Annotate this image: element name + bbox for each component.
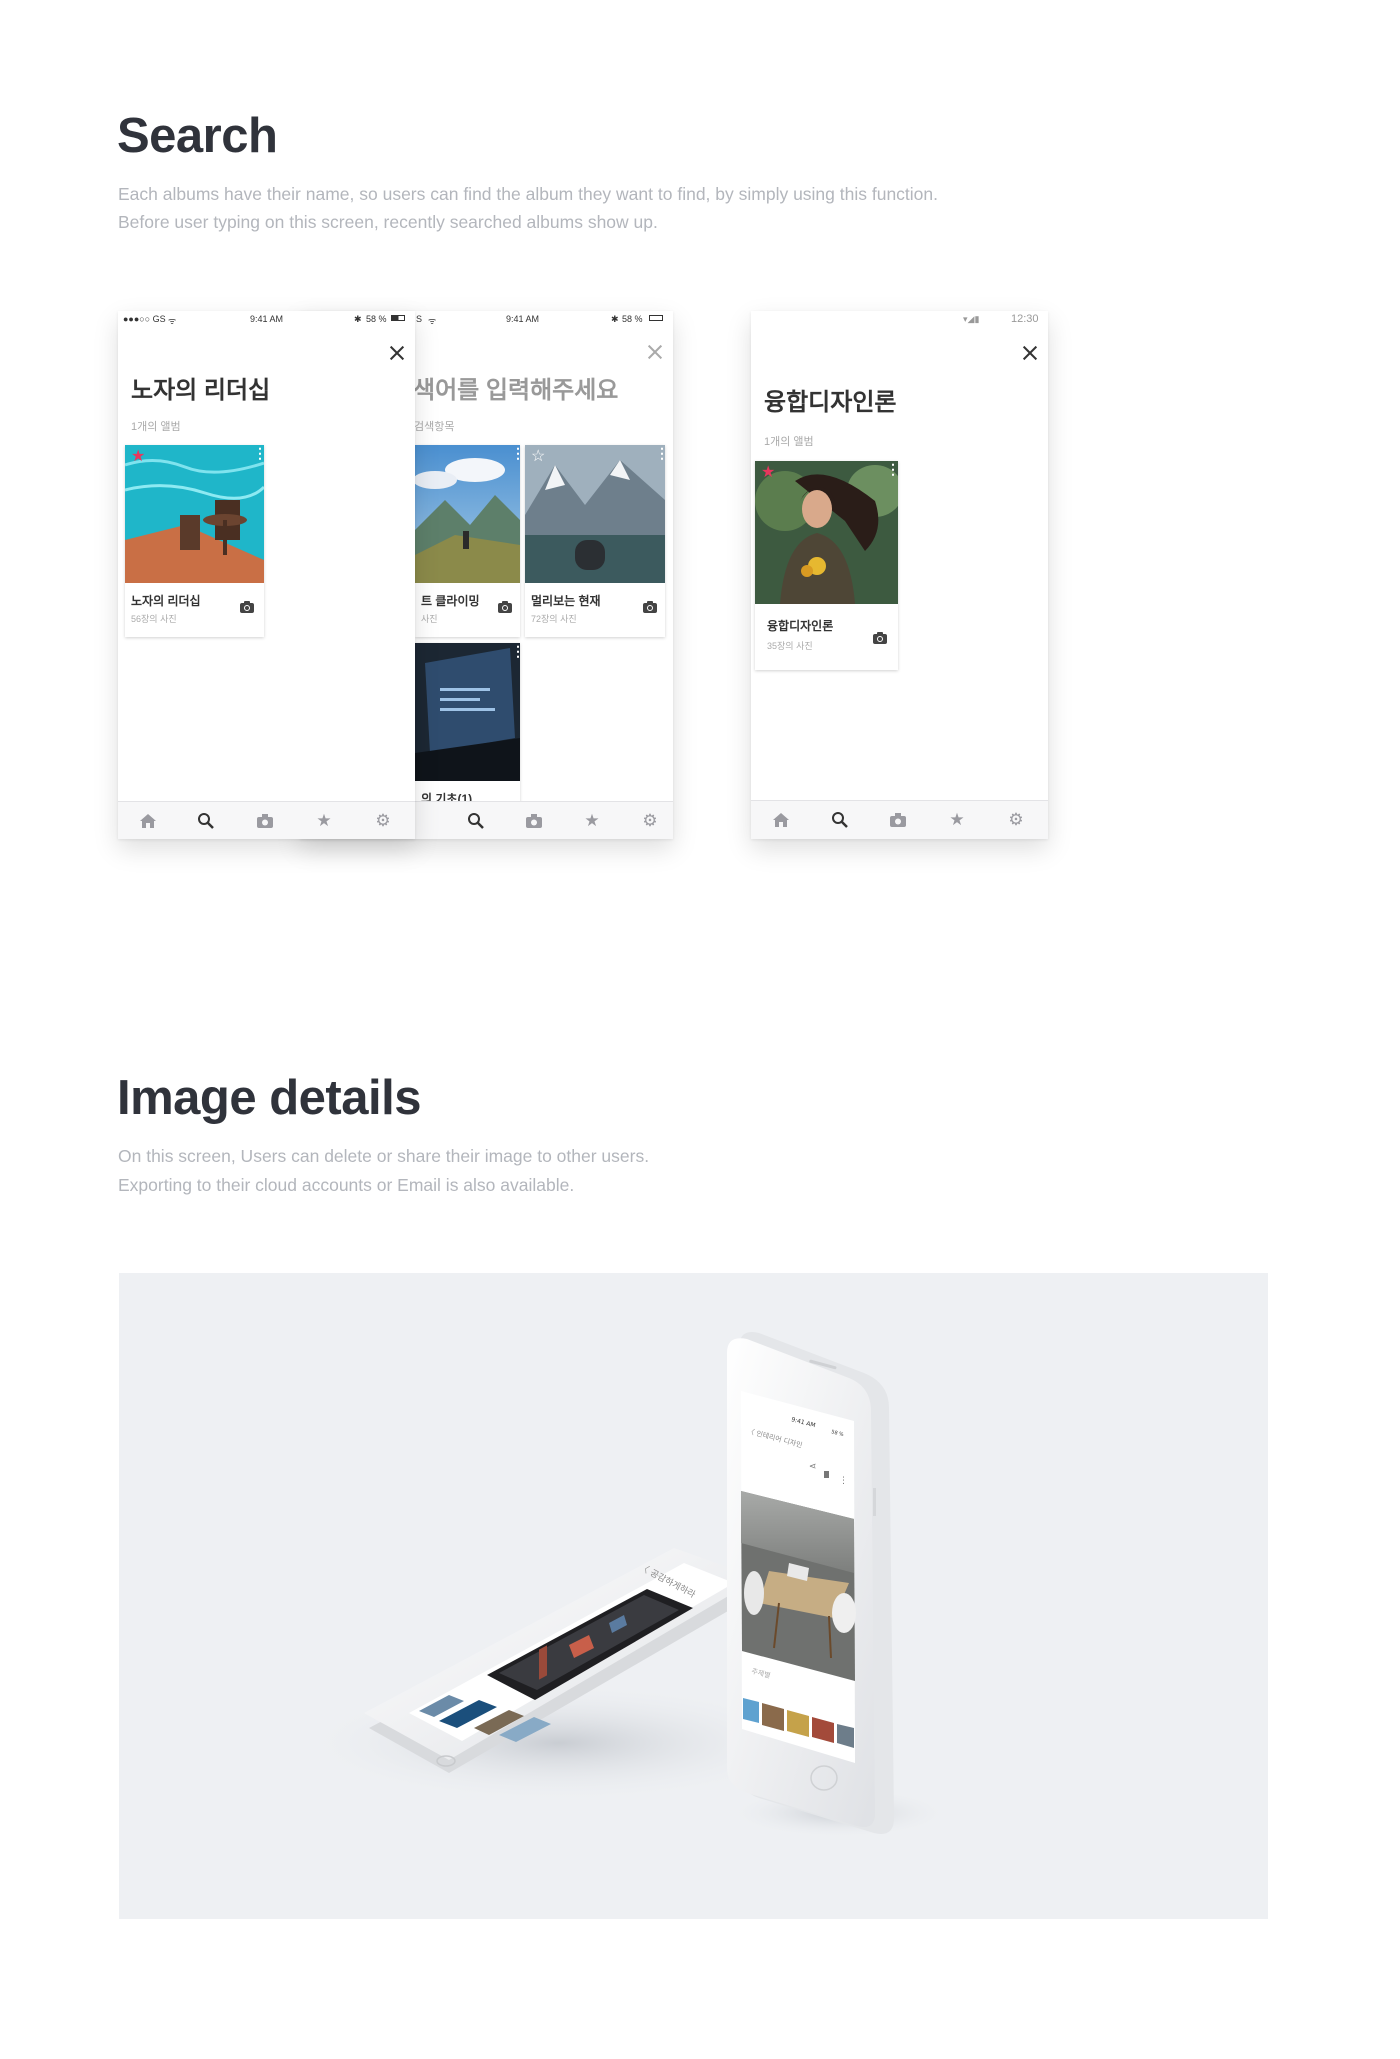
camera-icon bbox=[890, 813, 906, 827]
search-icon bbox=[832, 812, 848, 828]
camera-icon[interactable] bbox=[498, 601, 512, 613]
home-icon bbox=[773, 813, 789, 827]
tab-settings[interactable]: ⚙ bbox=[1006, 810, 1026, 830]
status-carrier: ●●●○○ GS bbox=[123, 314, 166, 324]
star-icon[interactable]: ★ bbox=[761, 465, 775, 481]
tab-home[interactable] bbox=[771, 810, 791, 830]
share-icon[interactable]: ⋖ bbox=[809, 1462, 817, 1472]
phones-mockup-illustration: 〈 공감하게하라 〈 인테리어 디자인 9:41 AM 58 % 주제별 ⋖ ⋮ bbox=[299, 1332, 949, 1838]
close-button[interactable] bbox=[1021, 344, 1039, 362]
search-description-line1: Each albums have their name, so users ca… bbox=[118, 184, 939, 204]
tab-favorites[interactable]: ★ bbox=[582, 811, 602, 831]
camera-icon[interactable] bbox=[240, 601, 254, 613]
signal-icon: ▾◢▮ bbox=[963, 314, 980, 324]
album-card[interactable]: ☆ ⋮ 멀리보는 현재 72장의 사진 bbox=[525, 445, 669, 637]
album-photo-count: 56장의 사진 bbox=[131, 614, 177, 624]
status-bar: ▾◢▮ 12:30 bbox=[751, 311, 1048, 327]
tab-camera[interactable] bbox=[888, 810, 908, 830]
search-icon bbox=[468, 813, 484, 829]
camera-icon bbox=[257, 814, 273, 828]
details-section-title: Image details bbox=[117, 1071, 421, 1125]
tab-bar: ★ ⚙ bbox=[118, 801, 415, 839]
tab-favorites[interactable]: ★ bbox=[314, 811, 334, 831]
star-icon[interactable]: ☆ bbox=[531, 449, 545, 465]
bluetooth-icon: ✱ bbox=[354, 314, 362, 324]
close-button[interactable] bbox=[388, 344, 406, 362]
bluetooth-icon: ✱ bbox=[611, 314, 619, 324]
star-icon: ★ bbox=[949, 810, 965, 829]
tab-settings[interactable]: ⚙ bbox=[640, 811, 660, 831]
search-description-line2: Before user typing on this screen, recen… bbox=[118, 212, 658, 232]
tab-settings[interactable]: ⚙ bbox=[373, 811, 393, 831]
more-icon[interactable]: ⋮ bbox=[839, 1476, 848, 1486]
more-icon[interactable]: ⋮ bbox=[511, 446, 525, 460]
star-icon[interactable]: ★ bbox=[131, 449, 145, 465]
device-mockup-image: 〈 공감하게하라 〈 인테리어 디자인 9:41 AM 58 % 주제별 ⋖ ⋮ bbox=[119, 1273, 1268, 1919]
album-name: 노자의 리더십 bbox=[131, 594, 201, 608]
search-icon bbox=[198, 813, 214, 829]
screen-title: 노자의 리더십 bbox=[131, 377, 271, 404]
album-thumbnail bbox=[415, 445, 520, 583]
battery-icon bbox=[391, 315, 405, 321]
more-icon[interactable]: ⋮ bbox=[511, 644, 525, 658]
tab-camera[interactable] bbox=[255, 811, 275, 831]
camera-icon[interactable] bbox=[873, 632, 887, 644]
details-description-line1: On this screen, Users can delete or shar… bbox=[118, 1146, 650, 1166]
close-button[interactable] bbox=[646, 343, 664, 361]
tab-search[interactable] bbox=[830, 810, 850, 830]
battery-icon bbox=[649, 315, 663, 321]
album-count-label: 1개의 앨범 bbox=[131, 421, 181, 433]
album-name: 멀리보는 현재 bbox=[531, 594, 601, 608]
details-description-line2: Exporting to their cloud accounts or Ema… bbox=[118, 1175, 575, 1195]
search-history-label: 검색항목 bbox=[414, 421, 455, 433]
home-icon bbox=[140, 814, 156, 828]
gear-icon: ⚙ bbox=[642, 811, 658, 830]
gear-icon: ⚙ bbox=[375, 811, 391, 830]
album-card[interactable]: 트 클라이밍 사진 ⋮ bbox=[415, 445, 525, 637]
camera-icon bbox=[526, 814, 542, 828]
status-time: 9:41 AM bbox=[506, 314, 540, 324]
status-time: 9:41 AM bbox=[250, 314, 284, 324]
album-card[interactable]: ⋮ 의 기초(1) bbox=[415, 643, 525, 813]
tab-camera[interactable] bbox=[524, 811, 544, 831]
android-search-screen: ▾◢▮ 12:30 융합디자인론 1개의 앨범 ★ ⋮ 융합디자인론 35장의 … bbox=[751, 311, 1048, 839]
status-time: 12:30 bbox=[1011, 313, 1039, 325]
tab-search[interactable] bbox=[196, 811, 216, 831]
more-icon[interactable]: ⋮ bbox=[886, 462, 900, 476]
album-search-screen: ●●●○○ GS ᯤ 9:41 AM ✱ 58 % 노자의 리더십 1개의 앨범… bbox=[118, 311, 415, 839]
tab-bar: ★ ⚙ bbox=[751, 800, 1048, 839]
status-bar: ●●●○○ GS ᯤ 9:41 AM ✱ 58 % bbox=[118, 311, 415, 327]
album-thumbnail bbox=[415, 643, 520, 781]
more-icon[interactable]: ⋮ bbox=[655, 446, 669, 460]
album-card[interactable]: ★ ⋮ 융합디자인론 35장의 사진 bbox=[755, 461, 900, 670]
more-icon[interactable]: ⋮ bbox=[253, 446, 267, 460]
screen-title: 융합디자인론 bbox=[764, 389, 897, 416]
wifi-icon: ᯤ bbox=[168, 316, 177, 326]
tab-search[interactable] bbox=[466, 811, 486, 831]
status-battery: 58 % bbox=[622, 314, 643, 324]
search-section-title: Search bbox=[117, 109, 278, 163]
album-name: 융합디자인론 bbox=[767, 619, 834, 633]
star-icon: ★ bbox=[584, 811, 600, 830]
status-carrier: S bbox=[416, 314, 423, 324]
album-card[interactable]: ★ ⋮ 노자의 리더십 56장의 사진 bbox=[125, 445, 267, 637]
gear-icon: ⚙ bbox=[1008, 810, 1024, 829]
camera-icon[interactable] bbox=[643, 601, 657, 613]
tab-favorites[interactable]: ★ bbox=[947, 810, 967, 830]
search-input[interactable]: 색어를 입력해주세요 bbox=[413, 370, 618, 405]
album-photo-count: 72장의 사진 bbox=[531, 614, 577, 624]
album-count-label: 1개의 앨범 bbox=[764, 436, 814, 448]
album-thumbnail bbox=[525, 445, 665, 583]
star-icon: ★ bbox=[316, 811, 332, 830]
tab-home[interactable] bbox=[138, 811, 158, 831]
status-battery: 58 % bbox=[366, 314, 387, 324]
wifi-icon: ᯤ bbox=[428, 316, 437, 326]
album-name: 트 클라이밍 bbox=[421, 594, 480, 608]
delete-icon[interactable] bbox=[824, 1471, 829, 1478]
album-thumbnail bbox=[755, 461, 898, 604]
album-photo-count: 35장의 사진 bbox=[767, 641, 813, 651]
album-thumbnail bbox=[125, 445, 264, 583]
album-photo-count: 사진 bbox=[421, 614, 438, 624]
